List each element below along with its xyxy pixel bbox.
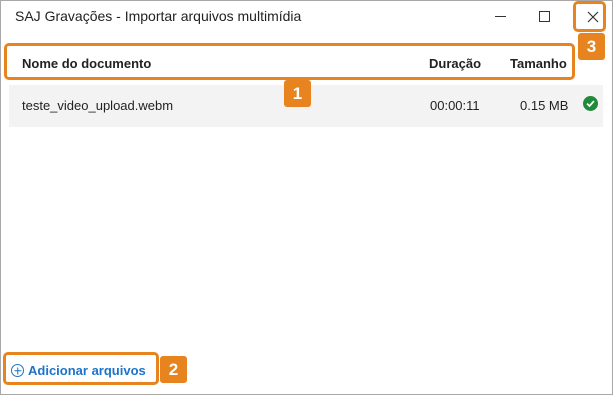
window-title: SAJ Gravações - Importar arquivos multim… xyxy=(15,8,302,24)
row-size: 0.15 MB xyxy=(520,98,569,113)
callout-highlight-1 xyxy=(4,43,575,80)
check-circle-icon xyxy=(583,96,598,111)
callout-highlight-2 xyxy=(3,352,159,385)
callout-highlight-3 xyxy=(573,1,606,32)
title-bar: SAJ Gravações - Importar arquivos multim… xyxy=(1,1,612,32)
callout-badge-1: 1 xyxy=(284,80,311,107)
minimize-button[interactable] xyxy=(478,1,522,32)
row-duration: 00:00:11 xyxy=(430,98,480,113)
maximize-icon xyxy=(538,11,550,22)
minimize-icon xyxy=(494,16,506,17)
callout-badge-3: 3 xyxy=(578,33,605,60)
row-file-name: teste_video_upload.webm xyxy=(22,98,174,113)
callout-badge-2: 2 xyxy=(160,356,187,383)
maximize-button[interactable] xyxy=(522,1,566,32)
